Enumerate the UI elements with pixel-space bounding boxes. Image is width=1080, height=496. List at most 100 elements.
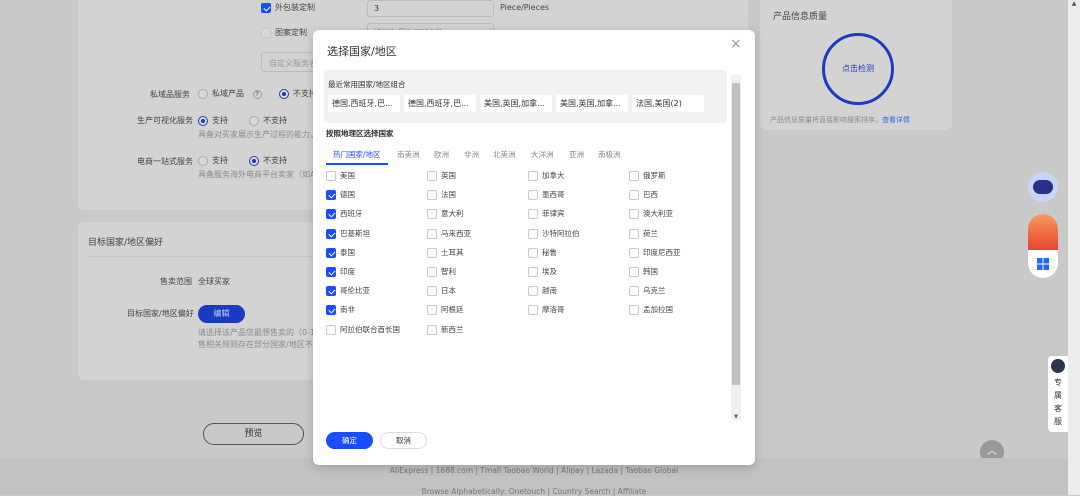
checkbox[interactable] — [427, 228, 437, 239]
checkbox[interactable] — [427, 209, 437, 220]
checkbox[interactable] — [528, 228, 538, 239]
private-opt1[interactable]: 私域产品 ? — [198, 88, 262, 99]
country-option[interactable]: 巴西 — [629, 189, 658, 201]
checkbox[interactable] — [528, 190, 538, 201]
checkbox[interactable] — [326, 247, 336, 258]
cancel-button[interactable]: 取消 — [380, 432, 427, 449]
checkbox[interactable] — [629, 267, 639, 277]
checkbox[interactable] — [629, 305, 639, 316]
checkbox[interactable] — [528, 209, 538, 220]
checkbox[interactable] — [326, 286, 336, 297]
checkbox[interactable] — [629, 286, 639, 297]
checkbox[interactable] — [528, 305, 538, 316]
checkbox[interactable] — [629, 209, 639, 220]
custom-option-packaging[interactable]: 外包装定制 — [261, 2, 315, 13]
close-icon[interactable]: × — [730, 36, 742, 52]
scroll-down-icon[interactable]: ▼ — [731, 414, 741, 420]
visual-opt1[interactable]: 支持 — [198, 115, 228, 126]
country-option[interactable]: 新西兰 — [427, 324, 464, 335]
tab-africa[interactable]: 非洲 — [464, 149, 479, 160]
checkbox[interactable] — [427, 305, 437, 316]
country-option[interactable]: 哥伦比亚 — [326, 285, 370, 297]
quality-link[interactable]: 查看详情 — [882, 116, 910, 124]
country-option[interactable]: 法国 — [427, 189, 456, 201]
checkbox[interactable] — [427, 190, 437, 201]
custom-option-pattern[interactable]: 图案定制 — [261, 27, 307, 38]
checkbox[interactable] — [326, 324, 336, 335]
tab-antarctica[interactable]: 南极洲 — [598, 149, 621, 160]
page-scrollbar[interactable]: ▲ — [1068, 0, 1080, 495]
country-option[interactable]: 韩国 — [629, 266, 658, 277]
tab-south-america[interactable]: 南美洲 — [397, 149, 420, 160]
country-option[interactable]: 俄罗斯 — [629, 170, 666, 181]
recent-combo[interactable]: 美国,英国,加拿... — [480, 95, 552, 112]
checkbox[interactable] — [326, 305, 336, 316]
country-option[interactable]: 土耳其 — [427, 247, 464, 258]
checkbox[interactable] — [427, 324, 437, 335]
checkbox[interactable] — [528, 247, 538, 258]
country-option[interactable]: 越南 — [528, 285, 557, 297]
country-option[interactable]: 意大利 — [427, 208, 464, 220]
country-option[interactable]: 菲律宾 — [528, 208, 565, 220]
help-icon[interactable]: ? — [252, 90, 262, 99]
checkbox[interactable] — [629, 228, 639, 239]
grid-apps-icon[interactable] — [1037, 258, 1049, 270]
ecom-opt2[interactable]: 不支持 — [249, 155, 287, 166]
checkbox[interactable] — [528, 171, 538, 181]
customer-service-button[interactable]: 专属客服 — [1048, 356, 1068, 432]
robot-assistant-icon[interactable] — [1028, 172, 1058, 202]
checkbox[interactable] — [427, 247, 437, 258]
checkbox[interactable] — [326, 190, 336, 201]
tab-hot[interactable]: 热门国家/地区 — [333, 149, 381, 160]
country-option[interactable]: 加拿大 — [528, 170, 565, 181]
country-option[interactable]: 埃及 — [528, 266, 557, 277]
scroll-up-icon[interactable]: ▲ — [1068, 0, 1080, 7]
checkbox[interactable] — [629, 171, 639, 181]
country-option[interactable]: 泰国 — [326, 247, 355, 258]
recent-combo[interactable]: 德国,西班牙,巴... — [404, 95, 476, 112]
country-option[interactable]: 马来西亚 — [427, 228, 471, 239]
checkbox[interactable] — [261, 27, 271, 38]
gift-promo-icon[interactable] — [1028, 214, 1058, 250]
country-option[interactable]: 西班牙 — [326, 208, 363, 220]
country-option[interactable]: 日本 — [427, 285, 456, 297]
checkbox[interactable] — [427, 267, 437, 277]
modal-scrollbar[interactable]: ▼ — [731, 75, 741, 420]
recent-combo[interactable]: 法国,美国(2) — [632, 95, 704, 112]
scroll-thumb[interactable] — [732, 83, 740, 385]
checkbox[interactable] — [629, 247, 639, 258]
checkbox[interactable] — [326, 209, 336, 220]
country-option[interactable]: 英国 — [427, 170, 456, 181]
custom-service-input[interactable]: 自定义服务名 — [261, 52, 321, 72]
checkbox[interactable] — [528, 267, 538, 277]
confirm-button[interactable]: 确定 — [326, 432, 373, 449]
country-option[interactable]: 墨西哥 — [528, 189, 565, 201]
country-option[interactable]: 智利 — [427, 266, 456, 277]
checkbox[interactable] — [427, 171, 437, 181]
ecom-opt1[interactable]: 支持 — [198, 155, 228, 166]
country-option[interactable]: 印度尼西亚 — [629, 247, 681, 258]
country-option[interactable]: 秘鲁 — [528, 247, 557, 258]
tab-oceania[interactable]: 大洋洲 — [531, 149, 554, 160]
country-option[interactable]: 摩洛哥 — [528, 304, 565, 316]
country-option[interactable]: 巴基斯坦 — [326, 228, 370, 239]
quality-check-button[interactable]: 点击检测 — [822, 33, 894, 105]
tab-europe[interactable]: 欧洲 — [434, 149, 449, 160]
checkbox[interactable] — [528, 286, 538, 297]
checkbox[interactable] — [326, 228, 336, 239]
checkbox[interactable] — [326, 171, 336, 181]
country-option[interactable]: 南非 — [326, 304, 355, 316]
edit-button[interactable]: 编辑 — [198, 305, 245, 323]
country-option[interactable]: 德国 — [326, 189, 355, 201]
checkbox[interactable] — [427, 286, 437, 297]
checkbox[interactable] — [629, 190, 639, 201]
preview-button[interactable]: 预览 — [203, 423, 304, 445]
checkbox[interactable] — [261, 2, 271, 13]
tab-north-america[interactable]: 北美洲 — [493, 149, 516, 160]
country-option[interactable]: 澳大利亚 — [629, 208, 673, 220]
recent-combo[interactable]: 美国,英国,加拿... — [556, 95, 628, 112]
country-option[interactable]: 阿根廷 — [427, 304, 464, 316]
country-option[interactable]: 印度 — [326, 266, 355, 277]
country-option[interactable]: 沙特阿拉伯 — [528, 228, 580, 239]
country-option[interactable]: 孟加拉国 — [629, 304, 673, 316]
